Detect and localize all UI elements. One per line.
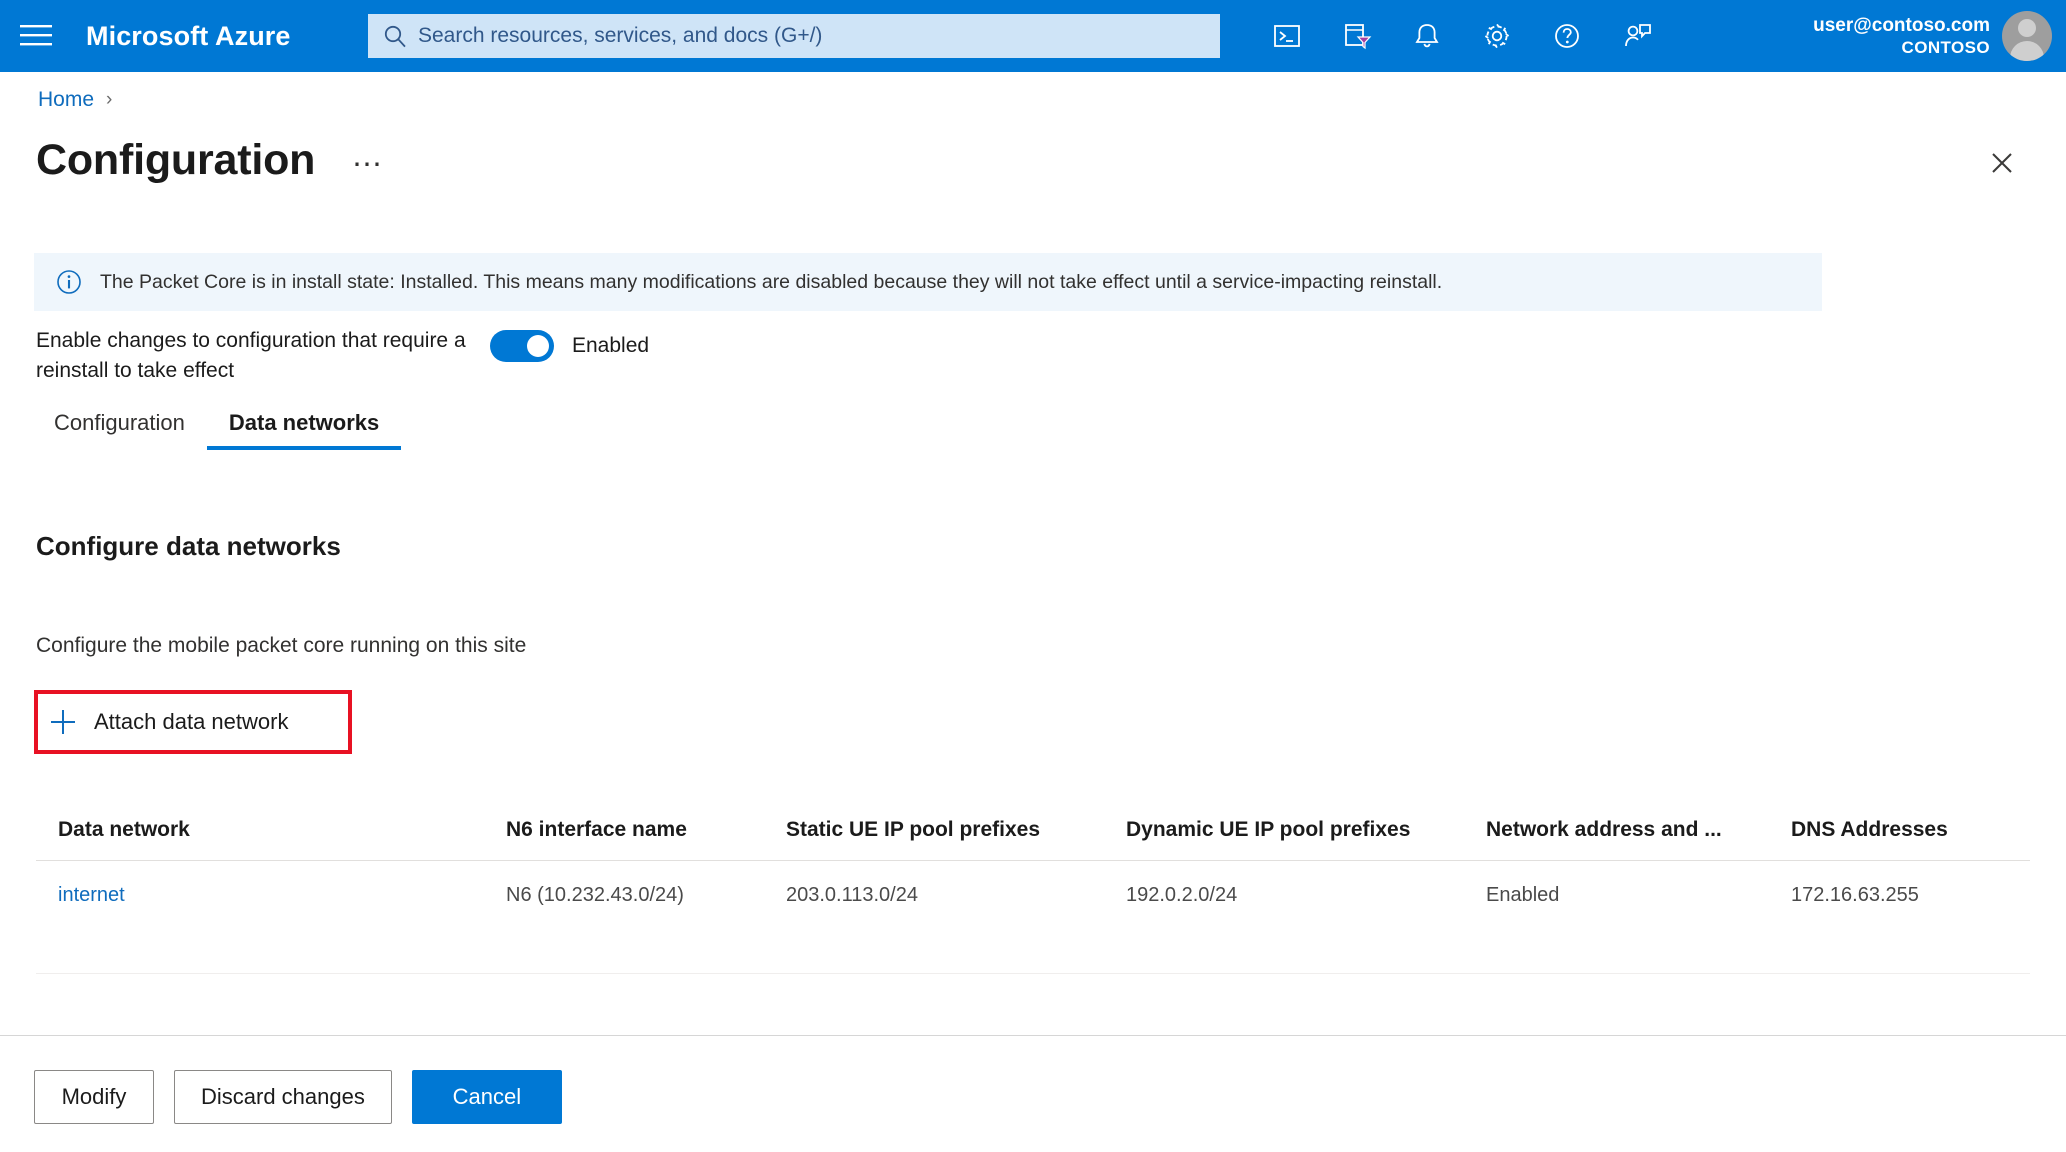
azure-portal-page: Microsoft Azure Search resources, servic… [0,0,2066,1152]
azure-brand-link[interactable]: Microsoft Azure [86,21,291,52]
attach-data-network-label: Attach data network [94,709,289,734]
table-row-divider [36,973,2030,974]
breadcrumb-item-home[interactable]: Home [38,88,94,112]
hamburger-icon [20,23,52,49]
modify-button[interactable]: Modify [34,1070,154,1124]
reinstall-toggle-label: Enable changes to configuration that req… [36,329,466,383]
blade-tabs: Configuration Data networks [36,410,402,450]
header-icon-group [1252,0,1672,72]
search-icon [382,23,408,49]
install-state-info-banner: The Packet Core is in install state: Ins… [34,253,1822,311]
toggle-switch-knob [527,335,549,357]
account-menu[interactable]: user@contoso.com CONTOSO [1813,0,2052,72]
avatar[interactable] [2002,11,2052,61]
column-header-dns-addresses[interactable]: DNS Addresses [1791,818,2031,842]
cloud-shell-button[interactable] [1252,0,1322,72]
section-heading: Configure data networks [36,531,341,561]
footer-divider [0,1035,2066,1036]
discard-changes-button[interactable]: Discard changes [174,1070,392,1124]
install-state-banner-text: The Packet Core is in install state: Ins… [100,270,1443,293]
notifications-button[interactable] [1392,0,1462,72]
cell-network-address-and-port-translation: Enabled [1486,883,1560,906]
cell-n6-interface-name: N6 (10.232.43.0/24) [506,883,684,906]
cloud-shell-icon [1272,21,1302,51]
help-button[interactable] [1532,0,1602,72]
reinstall-toggle-state: Enabled [572,334,650,357]
attach-data-network-button[interactable]: Attach data network [48,700,288,744]
info-circle-icon [56,269,82,295]
account-email: user@contoso.com [1813,14,1990,36]
help-question-icon [1552,21,1582,51]
avatar-head [2018,19,2036,37]
breadcrumb: Home › [38,88,112,112]
settings-gear-icon [1482,21,1512,51]
chevron-right-icon: › [106,89,113,110]
plus-icon [48,707,78,737]
cell-data-network[interactable]: internet [36,884,506,907]
feedback-button[interactable] [1602,0,1672,72]
cell-static-ue-ip-pool-prefixes: 203.0.113.0/24 [786,883,918,906]
directories-subscriptions-button[interactable] [1322,0,1392,72]
feedback-icon [1622,21,1652,51]
section-description: Configure the mobile packet core running… [36,634,527,657]
page-title: Configuration [36,136,316,184]
more-options-button[interactable]: ⋯ [352,150,384,180]
cancel-button[interactable]: Cancel [411,1070,562,1124]
global-header: Microsoft Azure Search resources, servic… [0,0,2066,72]
column-header-n6-interface-name[interactable]: N6 interface name [506,818,786,842]
settings-button[interactable] [1462,0,1532,72]
table-row[interactable]: internet N6 (10.232.43.0/24) 203.0.113.0… [36,861,2030,929]
blade-footer-actions: Modify Discard changes Cancel [34,1070,562,1124]
cell-dynamic-ue-ip-pool-prefixes: 192.0.2.0/24 [1126,883,1238,906]
hamburger-menu-button[interactable] [0,0,72,72]
account-text: user@contoso.com CONTOSO [1813,14,1990,59]
notifications-bell-icon [1413,21,1441,51]
reinstall-toggle[interactable]: Enabled [490,330,649,362]
account-organization: CONTOSO [1901,38,1990,58]
close-icon [1989,150,2015,181]
column-header-dynamic-ue-ip-pool-prefixes[interactable]: Dynamic UE IP pool prefixes [1126,818,1486,842]
cell-dns-addresses: 172.16.63.255 [1791,883,1919,906]
table-header-row: Data network N6 interface name Static UE… [36,800,2030,860]
toggle-switch-track[interactable] [490,330,554,362]
close-blade-button[interactable] [1982,145,2022,185]
column-header-network-address-and-port-translation[interactable]: Network address and ... [1486,818,1791,842]
global-search-box[interactable] [368,14,1220,58]
avatar-body [2010,41,2044,61]
directories-subscriptions-icon [1342,21,1372,51]
tab-data-networks[interactable]: Data networks [206,410,402,450]
search-input[interactable] [416,23,1206,49]
data-networks-table: Data network N6 interface name Static UE… [36,800,2030,929]
tab-configuration[interactable]: Configuration [36,410,207,450]
column-header-data-network[interactable]: Data network [36,818,506,842]
column-header-static-ue-ip-pool-prefixes[interactable]: Static UE IP pool prefixes [786,818,1126,842]
